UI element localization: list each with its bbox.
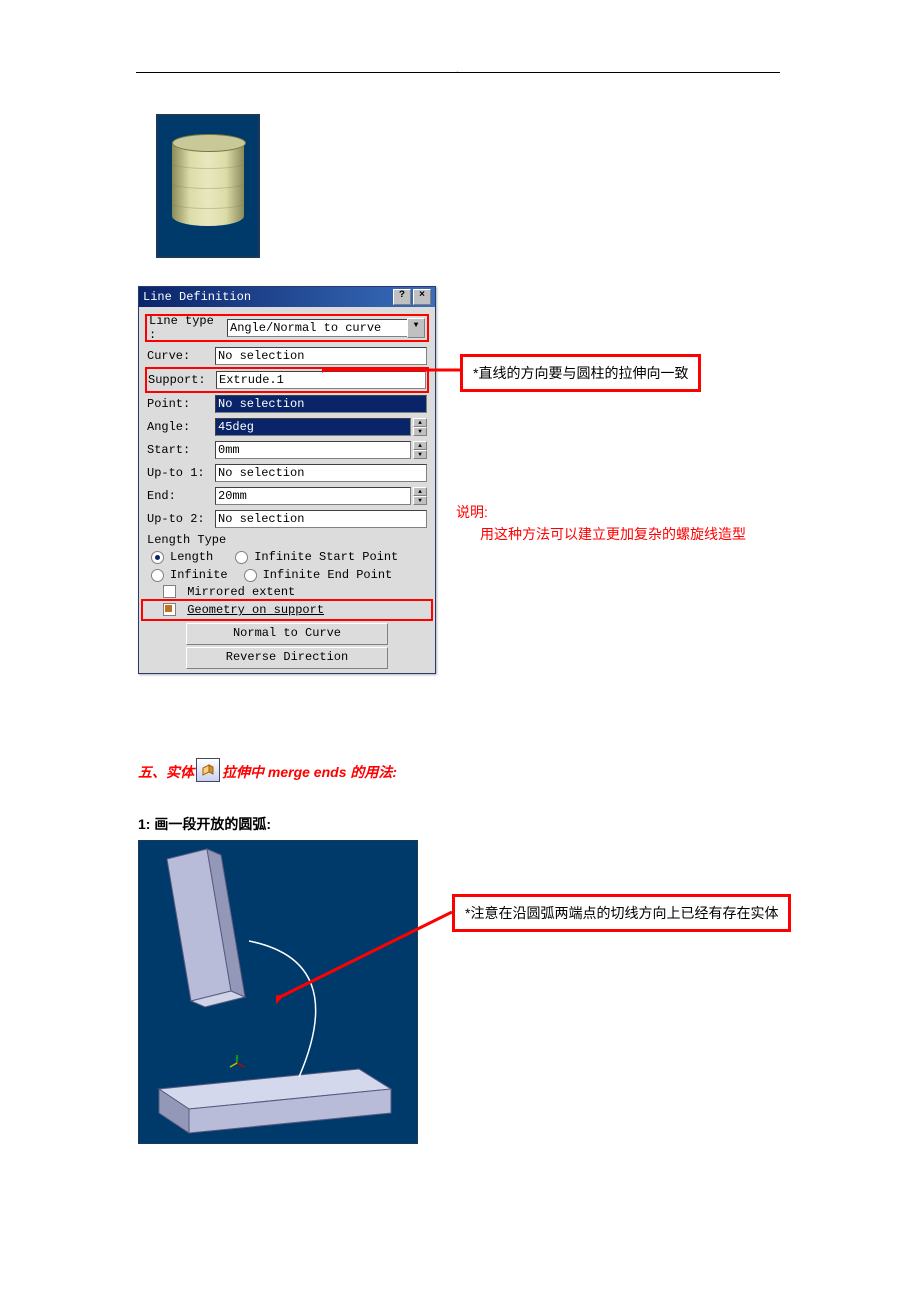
radio-infinite-end[interactable]	[244, 569, 257, 582]
annotation-tangent: *注意在沿圆弧两端点的切线方向上已经有存在实体	[452, 894, 791, 932]
dropdown-arrow-icon[interactable]: ▼	[407, 318, 425, 338]
start-spinner[interactable]: ▲▼	[413, 441, 427, 459]
start-row: Start: 0mm ▲▼	[147, 440, 427, 460]
reverse-direction-button[interactable]: Reverse Direction	[186, 647, 388, 669]
header-rule	[136, 72, 780, 73]
line-type-row: Line type : Angle/Normal to curve ▼	[147, 316, 427, 340]
line-type-label: Line type :	[149, 314, 227, 342]
upto2-row: Up-to 2: No selection	[147, 509, 427, 529]
angle-field[interactable]: 45deg	[215, 418, 411, 436]
angle-label: Angle:	[147, 420, 215, 434]
radio-infinite-start-label: Infinite Start Point	[254, 550, 398, 564]
support-row: Support: Extrude.1	[147, 369, 427, 391]
radio-length[interactable]	[151, 551, 164, 564]
support-label: Support:	[148, 373, 216, 387]
start-label: Start:	[147, 443, 215, 457]
help-button[interactable]: ?	[393, 289, 411, 305]
support-field[interactable]: Extrude.1	[216, 371, 426, 389]
point-field[interactable]: No selection	[215, 395, 427, 413]
curve-field[interactable]: No selection	[215, 347, 427, 365]
header-dot: .	[456, 64, 459, 76]
mirrored-checkbox[interactable]	[163, 585, 176, 598]
dialog-titlebar[interactable]: Line Definition ? ×	[139, 287, 435, 307]
angle-row: Angle: 45deg ▲▼	[147, 417, 427, 437]
end-field[interactable]: 20mm	[215, 487, 411, 505]
mirrored-label: Mirrored extent	[187, 585, 295, 599]
radio-infinite-end-label: Infinite End Point	[263, 568, 393, 582]
upto2-field[interactable]: No selection	[215, 510, 427, 528]
point-row: Point: No selection	[147, 394, 427, 414]
upto1-row: Up-to 1: No selection	[147, 463, 427, 483]
end-row: End: 20mm ▲▼	[147, 486, 427, 506]
radio-infinite-label: Infinite	[170, 568, 228, 582]
section-5-heading: 五、实体 拉伸中 merge ends 的用法:	[138, 758, 397, 782]
step-1-label: 1: 画一段开放的圆弧:	[138, 814, 271, 834]
arc-illustration	[138, 840, 418, 1144]
line-type-dropdown[interactable]: Angle/Normal to curve	[227, 319, 408, 337]
start-field[interactable]: 0mm	[215, 441, 411, 459]
angle-spinner[interactable]: ▲▼	[413, 418, 427, 436]
explain-title: 说明:	[456, 502, 488, 522]
upto1-field[interactable]: No selection	[215, 464, 427, 482]
end-spinner[interactable]: ▲▼	[413, 487, 427, 505]
cylinder-preview	[156, 114, 260, 258]
pad-icon	[196, 758, 220, 782]
section-5-suffix: 拉伸中 merge ends 的用法:	[222, 762, 397, 782]
dialog-title: Line Definition	[143, 287, 251, 307]
upto2-label: Up-to 2:	[147, 512, 215, 526]
geometry-label: Geometry on support	[187, 603, 324, 617]
geometry-row: Geometry on support	[143, 601, 431, 619]
end-label: End:	[147, 489, 215, 503]
annotation-direction: *直线的方向要与圆柱的拉伸向一致	[460, 354, 701, 392]
explain-body: 用这种方法可以建立更加复杂的螺旋线造型	[480, 524, 746, 544]
upto1-label: Up-to 1:	[147, 466, 215, 480]
radio-length-label: Length	[170, 550, 213, 564]
document-page: . Line Definition ? × Line type : Angle/…	[0, 0, 920, 1302]
curve-label: Curve:	[147, 349, 215, 363]
length-type-label: Length Type	[147, 533, 427, 547]
radio-infinite[interactable]	[151, 569, 164, 582]
section-5-prefix: 五、实体	[138, 762, 194, 782]
radio-infinite-start[interactable]	[235, 551, 248, 564]
line-definition-dialog: Line Definition ? × Line type : Angle/No…	[138, 286, 436, 674]
normal-to-curve-button[interactable]: Normal to Curve	[186, 623, 388, 645]
curve-row: Curve: No selection	[147, 346, 427, 366]
geometry-checkbox[interactable]	[163, 603, 176, 616]
close-button[interactable]: ×	[413, 289, 431, 305]
mirrored-row: Mirrored extent	[163, 585, 427, 599]
point-label: Point:	[147, 397, 215, 411]
